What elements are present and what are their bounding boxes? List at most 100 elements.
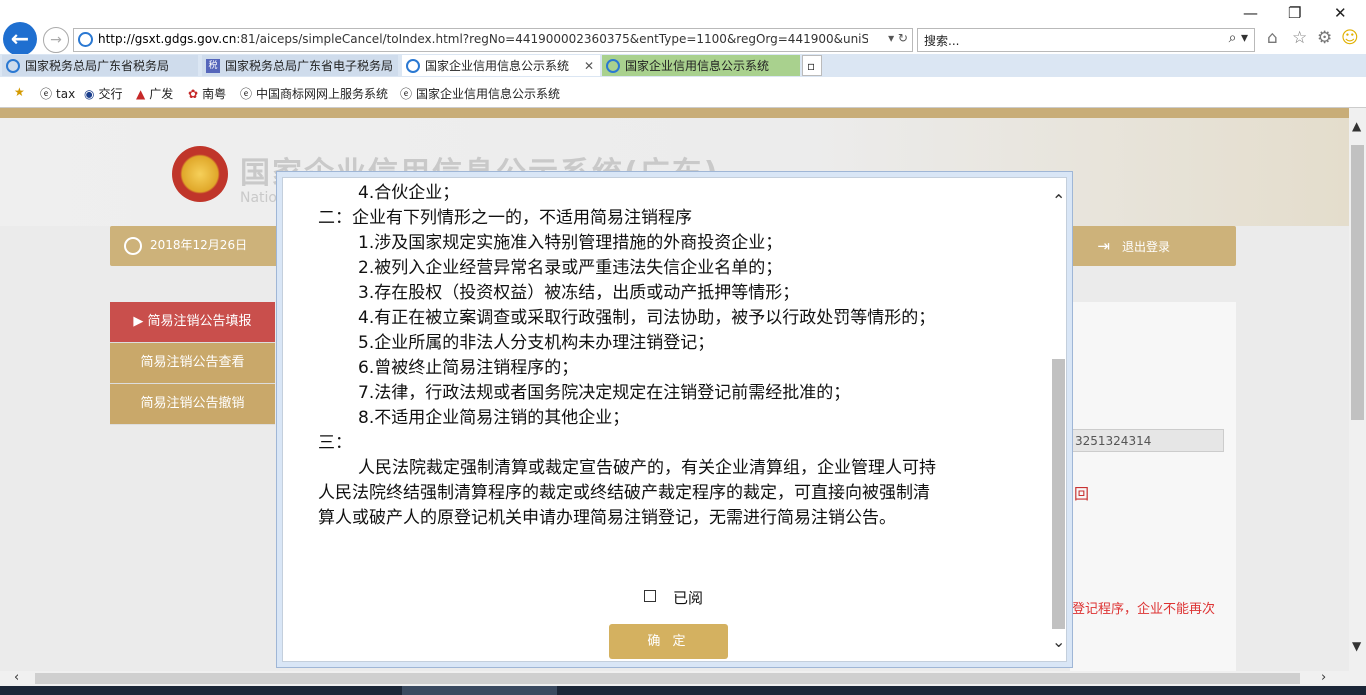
current-date: 2018年12月26日 [124,236,247,255]
dialog-line: 3.存在股权（投资权益）被冻结，出质或动产抵押等情形； [358,283,800,303]
search-input[interactable]: 搜索... [924,32,959,49]
dialog-scroll-thumb[interactable] [1052,359,1065,629]
sidebar-item-fill-notice[interactable]: ▶ 简易注销公告填报 [110,302,275,343]
warning-note: 登记程序，企业不能再次 [1072,602,1216,617]
tab-credit-system-active[interactable]: 国家企业信用信息公示系统 ✕ [402,55,600,76]
ie-page-icon [78,32,93,47]
tab-tax-bureau[interactable]: 国家税务总局广东省税务局 [2,55,198,76]
fav-label: tax [56,86,76,101]
fav-label: 广发 [149,87,174,101]
dialog-line: 5.企业所属的非法人分支机构未办理注销登记； [358,333,715,353]
dialog-line: 7.法律，行政法规或者国务院决定规定在注销登记前需经批准的； [358,383,851,403]
address-bar[interactable]: http://gsxt.gdgs.gov.cn:81/aiceps/simple… [73,28,913,52]
dialog-line: 1.涉及国家规定实施准入特别管理措施的外商投资企业； [358,233,783,253]
sidebar-item-view-notice[interactable]: 简易注销公告查看 [110,343,275,384]
cgb-icon: ▲ [136,86,146,101]
tab-label: 国家税务总局广东省电子税务局 [225,59,394,73]
dialog-line: 6.曾被终止简易注销程序的； [358,358,579,378]
dialog-line: 4.有正在被立案调查或采取行政强制，司法协助，被予以行政处罚等情形的； [358,308,936,328]
dialog-line: 人民法院终结强制清算程序的裁定或终结破产裁定程序的裁定，可直接向被强制清 [318,483,930,503]
nanyue-icon: ✿ [188,86,199,101]
notice-dialog: 4.合伙企业； 二：企业有下列情形之一的，不适用简易注销程序 1.涉及国家规定实… [276,171,1073,668]
logout-icon: ⇥ [1097,237,1110,255]
new-tab-icon: ▫ [807,58,816,73]
dialog-line: 4.合伙企业； [358,183,460,203]
arrow-right-icon: → [50,32,62,48]
logout-label: 退出登录 [1121,240,1170,254]
fav-trademark[interactable]: ⓔ 中国商标网网上服务系统 [240,85,388,102]
favorites-star-icon[interactable]: ★ [14,85,25,99]
close-icon[interactable]: ✕ [1334,4,1347,22]
minimize-icon[interactable]: — [1243,4,1258,22]
tax-tab-icon: 税 [206,58,220,73]
bocom-icon: ◉ [84,86,95,101]
chevron-up-icon[interactable]: ⌃ [1052,191,1065,210]
favorites-bar: ★ ⓔ tax ◉ 交行 ▲ 广发 ✿ 南粤 ⓔ 中国商标网网上服务系统 ⓔ 国家企业信用信… [0,79,1366,108]
dialog-line: 8.不适用企业简易注销的其他企业； [358,408,630,428]
page-horizontal-scrollbar[interactable]: ‹ › [0,670,1349,686]
url-path: :81/aiceps/simpleCancel/toIndex.html?reg… [236,32,868,46]
address-url[interactable]: http://gsxt.gdgs.gov.cn:81/aiceps/simple… [98,32,868,46]
site-subtitle: Natio [240,190,277,206]
national-emblem-icon [172,146,228,202]
gear-icon[interactable]: ⚙ [1317,28,1332,48]
tab-close-icon[interactable]: ✕ [584,59,594,73]
scroll-thumb[interactable] [35,673,1300,684]
sidebar-item-revoke-notice[interactable]: 简易注销公告撤销 [110,384,275,425]
search-box[interactable]: 搜索... ⌕ ▾ [917,28,1255,52]
ie-tab-icon [6,58,20,73]
tab-label: 国家企业信用信息公示系统 [625,59,770,73]
home-icon[interactable]: ⌂ [1267,28,1278,48]
dialog-line: 人民法院裁定强制清算或裁定宣告破产的，有关企业清算组，企业管理人可持 [358,458,936,478]
chevron-down-icon[interactable]: ⌄ [1052,632,1065,651]
dialog-content: 4.合伙企业； 二：企业有下列情形之一的，不适用简易注销程序 1.涉及国家规定实… [282,177,1067,662]
fav-nanyue[interactable]: ✿ 南粤 [188,85,226,102]
arrow-left-icon: ← [10,26,30,52]
taskbar-active-item[interactable] [402,686,557,695]
star-icon[interactable]: ☆ [1292,28,1307,48]
dialog-line: 算人或破产人的原登记机关申请办理简易注销登记，无需进行简易注销公告。 [318,508,896,528]
ie-icon: ⓔ [240,87,253,101]
top-band [0,108,1349,118]
url-host: http://gsxt.gdgs.gov.cn [98,32,237,46]
fav-label: 国家企业信用信息公示系统 [416,87,561,101]
dialog-line: 2.被列入企业经营异常名录或严重违法失信企业名单的； [358,258,783,278]
clock-icon [124,236,142,255]
new-tab-button[interactable]: ▫ [802,55,822,76]
ie-tab-icon [406,58,420,73]
ie-icon: ⓔ [400,87,413,101]
scroll-left-icon[interactable]: ‹ [14,670,19,685]
fav-bocom[interactable]: ◉ 交行 [84,85,123,102]
scroll-up-icon[interactable]: ▲ [1352,119,1361,133]
dialog-scrollbar[interactable]: ⌃ ⌄ [1050,183,1066,656]
logout-button[interactable]: ⇥ 退出登录 [1097,237,1170,255]
dialog-line: 二：企业有下列情形之一的，不适用简易注销程序 [318,208,692,228]
restore-icon[interactable]: ❐ [1288,4,1301,22]
tab-label: 国家税务总局广东省税务局 [25,59,170,73]
fav-credit-system[interactable]: ⓔ 国家企业信用信息公示系统 [400,85,560,102]
tab-credit-system[interactable]: 国家企业信用信息公示系统 [602,55,800,76]
tab-e-tax-bureau[interactable]: 税 国家税务总局广东省电子税务局 [202,55,398,76]
page-vertical-scrollbar[interactable]: ▲ ▼ [1349,117,1366,671]
date-text: 2018年12月26日 [150,238,248,252]
search-icon[interactable]: ⌕ ▾ [1229,30,1248,46]
fav-tax[interactable]: ⓔ tax [40,85,75,102]
fav-cgb[interactable]: ▲ 广发 [136,85,173,102]
read-checkbox[interactable] [644,590,656,602]
back-button[interactable]: ← [3,22,37,56]
ie-icon: ⓔ [40,87,53,101]
sidebar: ▶ 简易注销公告填报 简易注销公告查看 简易注销公告撤销 [110,302,275,425]
refresh-icon[interactable]: ▾ ↻ [888,31,908,45]
fav-label: 南粤 [202,87,227,101]
tab-strip: 国家税务总局广东省税务局 税 国家税务总局广东省电子税务局 国家企业信用信息公示… [0,54,1366,77]
scroll-down-icon[interactable]: ▼ [1352,639,1361,653]
scroll-thumb[interactable] [1351,145,1364,420]
fav-label: 中国商标网网上服务系统 [256,87,389,101]
smiley-icon[interactable]: ☺ [1341,28,1359,48]
scroll-right-icon[interactable]: › [1321,670,1326,685]
fav-label: 交行 [98,87,123,101]
red-label: 回 [1074,485,1090,503]
registration-number-field[interactable]: 3251324314 [1072,429,1224,452]
forward-button[interactable]: → [43,27,69,53]
confirm-button[interactable]: 确 定 [609,624,728,659]
